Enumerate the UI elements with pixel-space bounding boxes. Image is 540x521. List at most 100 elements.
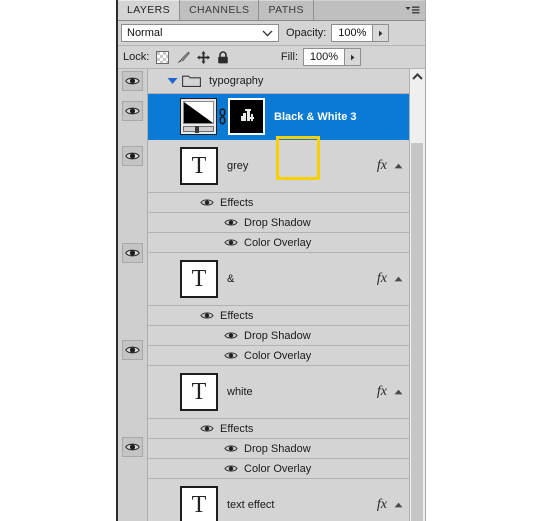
tab-channels-label: CHANNELS: [189, 4, 250, 16]
visibility-toggle-effects[interactable]: [200, 311, 214, 320]
fx-icon[interactable]: fx: [377, 271, 387, 287]
visibility-toggle-ampersand[interactable]: [122, 243, 143, 263]
visibility-toggle-effect[interactable]: [224, 218, 238, 227]
lock-position-icon[interactable]: [197, 50, 211, 64]
scroll-up-arrow-icon: [411, 73, 423, 80]
lock-icon-group: [156, 50, 229, 64]
layer-group-typography[interactable]: typography: [148, 69, 409, 93]
layer-effects-indicator: fx: [377, 158, 403, 174]
eye-icon: [125, 107, 140, 115]
layer-effects-indicator: fx: [377, 497, 403, 513]
triangle-up-icon[interactable]: [394, 276, 403, 282]
layers-panel: LAYERS CHANNELS PATHS Normal Opacity: 10…: [116, 0, 426, 521]
visibility-toggle-effect[interactable]: [224, 464, 238, 473]
effect-row-drop-shadow-grey[interactable]: Drop Shadow: [148, 213, 409, 232]
lock-transparent-pixels-icon[interactable]: [156, 50, 170, 64]
visibility-toggle-black-and-white-3[interactable]: [122, 101, 143, 121]
layer-name-ampersand: &: [227, 273, 235, 285]
blend-mode-select[interactable]: Normal: [121, 24, 279, 42]
visibility-toggle-white[interactable]: [122, 340, 143, 360]
triangle-up-icon[interactable]: [394, 389, 403, 395]
tab-channels[interactable]: CHANNELS: [180, 0, 260, 20]
text-layer-thumbnail-text-effect[interactable]: T: [180, 486, 218, 521]
eye-icon: [125, 346, 140, 354]
adjustment-slider: [183, 126, 214, 133]
eye-icon: [200, 312, 214, 319]
fill-stepper[interactable]: [345, 48, 361, 66]
tab-paths[interactable]: PATHS: [259, 0, 314, 20]
effects-row-grey[interactable]: Effects: [148, 193, 409, 212]
opacity-value: 100%: [338, 27, 367, 39]
visibility-toggle-effect[interactable]: [224, 238, 238, 247]
panel-menu-button[interactable]: [399, 0, 425, 20]
layers-scrollbar[interactable]: [409, 69, 425, 521]
slider-knob: [195, 126, 199, 133]
effect-name: Drop Shadow: [244, 442, 311, 455]
eye-icon: [224, 445, 238, 452]
effect-row-drop-shadow-white[interactable]: Drop Shadow: [148, 439, 409, 458]
fx-icon[interactable]: fx: [377, 158, 387, 174]
visibility-toggle-typography[interactable]: [122, 71, 143, 91]
stepper-arrow-icon: [379, 30, 383, 36]
group-disclosure-toggle[interactable]: [164, 77, 180, 85]
effects-row-white[interactable]: Effects: [148, 419, 409, 438]
visibility-toggle-effects[interactable]: [200, 198, 214, 207]
layer-row-ampersand[interactable]: T & fx: [148, 253, 409, 305]
text-layer-thumbnail-ampersand[interactable]: T: [180, 260, 218, 298]
eye-icon: [224, 465, 238, 472]
text-layer-thumbnail-white[interactable]: T: [180, 373, 218, 411]
visibility-toggle-effect[interactable]: [224, 444, 238, 453]
triangle-up-icon[interactable]: [394, 163, 403, 169]
layer-rows-column: typography Black & White 3 T grey fx Eff…: [148, 69, 409, 521]
layer-mask-thumbnail[interactable]: [228, 98, 265, 135]
effect-row-drop-shadow-ampersand[interactable]: Drop Shadow: [148, 326, 409, 345]
layer-effects-indicator: fx: [377, 271, 403, 287]
scrollbar-thumb[interactable]: [411, 143, 423, 521]
blend-mode-value: Normal: [127, 27, 163, 39]
effects-row-ampersand[interactable]: Effects: [148, 306, 409, 325]
panel-tab-bar: LAYERS CHANNELS PATHS: [118, 0, 425, 21]
eye-icon: [125, 152, 140, 160]
tab-layers[interactable]: LAYERS: [118, 0, 181, 20]
layer-name-grey: grey: [227, 160, 249, 172]
layer-name-text-effect: text effect: [227, 499, 275, 511]
black-and-white-adjustment-thumbnail[interactable]: [180, 98, 217, 135]
effects-label: Effects: [220, 309, 254, 322]
fx-icon[interactable]: fx: [377, 497, 387, 513]
lock-all-icon[interactable]: [217, 50, 229, 64]
eye-icon: [224, 332, 238, 339]
tab-paths-label: PATHS: [268, 4, 304, 16]
scrollbar-up-button[interactable]: [410, 69, 424, 84]
visibility-toggle-grey[interactable]: [122, 146, 143, 166]
eye-icon: [200, 199, 214, 206]
visibility-toggle-effect[interactable]: [224, 331, 238, 340]
visibility-toggle-text-effect[interactable]: [122, 437, 143, 457]
text-thumbnail-glyph: T: [191, 152, 207, 179]
eye-icon: [125, 77, 140, 85]
lock-image-pixels-icon[interactable]: [176, 50, 191, 64]
layer-row-black-and-white-3[interactable]: Black & White 3: [148, 94, 409, 139]
layer-name-black-and-white-3: Black & White 3: [274, 110, 357, 123]
eye-icon: [125, 249, 140, 257]
link-icon[interactable]: [217, 108, 228, 125]
layer-row-grey[interactable]: T grey fx: [148, 140, 409, 192]
layer-name-white: white: [227, 386, 253, 398]
text-thumbnail-glyph: T: [191, 491, 207, 518]
layer-row-white[interactable]: T white fx: [148, 366, 409, 418]
eye-icon: [224, 219, 238, 226]
opacity-label: Opacity:: [286, 27, 327, 39]
adjustment-layer-cluster: [180, 98, 265, 135]
text-layer-thumbnail-grey[interactable]: T: [180, 147, 218, 185]
triangle-up-icon[interactable]: [394, 502, 403, 508]
opacity-input[interactable]: 100%: [331, 24, 374, 42]
effect-row-color-overlay-white[interactable]: Color Overlay: [148, 459, 409, 478]
layer-row-text-effect[interactable]: T text effect fx: [148, 479, 409, 521]
visibility-toggle-effect[interactable]: [224, 351, 238, 360]
opacity-stepper[interactable]: [373, 24, 390, 42]
triangle-down-icon: [167, 78, 177, 84]
effect-row-color-overlay-grey[interactable]: Color Overlay: [148, 233, 409, 252]
visibility-toggle-effects[interactable]: [200, 424, 214, 433]
effect-row-color-overlay-ampersand[interactable]: Color Overlay: [148, 346, 409, 365]
fx-icon[interactable]: fx: [377, 384, 387, 400]
fill-input[interactable]: 100%: [303, 48, 345, 66]
